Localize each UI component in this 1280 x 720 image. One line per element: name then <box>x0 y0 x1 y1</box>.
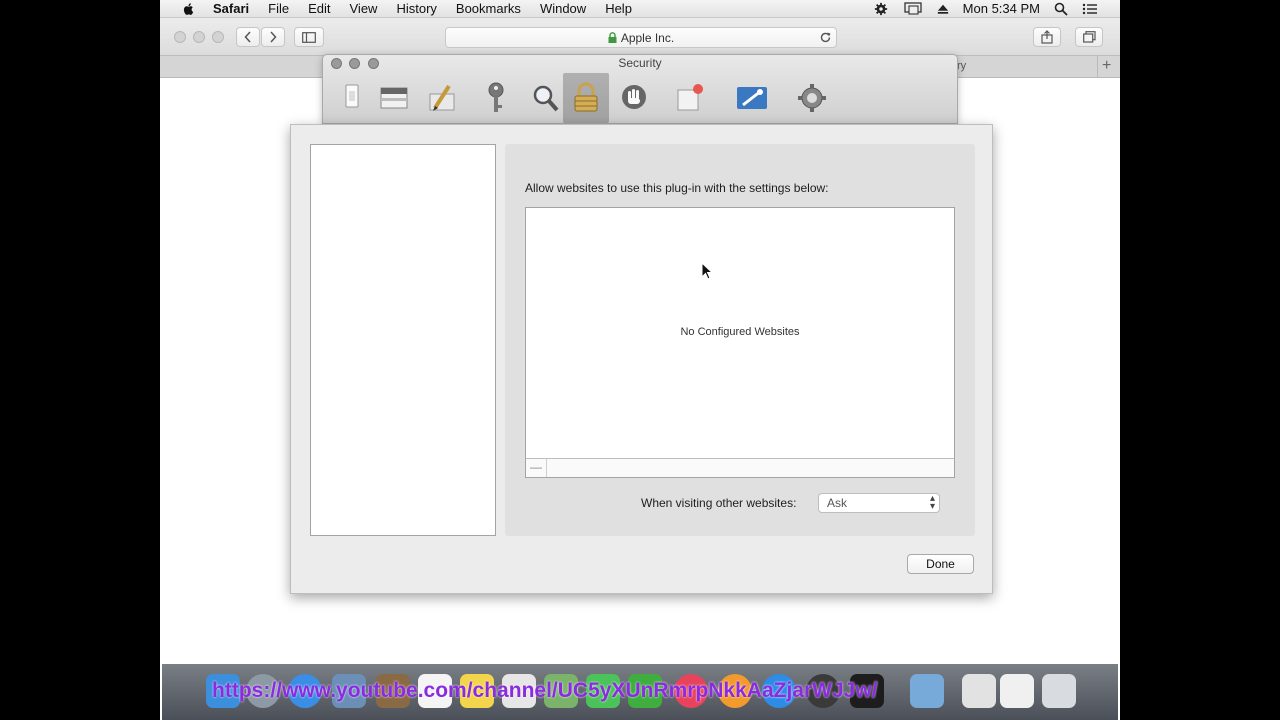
plugin-list[interactable] <box>310 144 496 536</box>
dock-trash-icon[interactable] <box>1042 674 1076 708</box>
gear-status-icon[interactable] <box>873 2 889 16</box>
tabs-overview-icon <box>1082 31 1096 43</box>
menu-view[interactable]: View <box>350 0 378 18</box>
chevron-left-icon <box>244 31 251 43</box>
share-button[interactable] <box>1033 27 1061 47</box>
address-bar[interactable]: Apple Inc. <box>445 27 837 48</box>
preferences-window-toolbar: Security <box>322 54 958 124</box>
forward-button[interactable] <box>261 27 285 47</box>
dock-screenshot-icon[interactable] <box>1000 674 1034 708</box>
notification-center-icon[interactable] <box>1082 2 1098 16</box>
apple-menu-icon[interactable] <box>182 2 196 16</box>
sidebar-toggle-button[interactable] <box>294 27 324 47</box>
new-tab-plus-icon[interactable]: + <box>1102 57 1111 75</box>
menu-app-safari[interactable]: Safari <box>213 0 249 18</box>
tabs-icon <box>380 87 408 109</box>
show-all-tabs-button[interactable] <box>1075 27 1103 47</box>
preferences-title: Security <box>618 56 662 70</box>
reload-icon[interactable] <box>819 31 832 44</box>
remove-website-button[interactable]: — <box>526 459 547 477</box>
desktop-screen: Safari File Edit View History Bookmarks … <box>160 0 1120 720</box>
notifications-icon <box>677 84 703 111</box>
menu-clock[interactable]: Mon 5:34 PM <box>963 0 1040 18</box>
privacy-hand-icon <box>622 85 646 109</box>
prefs-tab-security[interactable] <box>563 73 609 123</box>
zoom-window-button[interactable] <box>212 31 224 43</box>
airplay-icon[interactable] <box>903 2 923 16</box>
eject-icon[interactable] <box>937 2 949 16</box>
minimize-window-button[interactable] <box>193 31 205 43</box>
extensions-icon <box>737 87 767 109</box>
menu-bookmarks[interactable]: Bookmarks <box>456 0 521 18</box>
search-icon <box>533 85 559 112</box>
sidebar-icon <box>302 31 316 43</box>
menu-file[interactable]: File <box>268 0 289 18</box>
configured-websites-table[interactable]: No Configured Websites — <box>525 207 955 478</box>
menu-window[interactable]: Window <box>540 0 586 18</box>
select-value: Ask <box>827 496 848 510</box>
menu-history[interactable]: History <box>396 0 436 18</box>
updown-arrows-icon: ▴ ▾ <box>929 493 935 512</box>
chevron-right-icon <box>270 31 277 43</box>
plugin-settings-sheet: Allow websites to use this plug-in with … <box>290 124 993 594</box>
security-icon <box>574 82 598 112</box>
prefs-tab-notifications[interactable] <box>667 73 713 123</box>
safari-toolbar: Apple Inc. <box>160 18 1120 56</box>
prefs-tab-tabs[interactable] <box>371 73 417 123</box>
address-text: Apple Inc. <box>620 30 675 45</box>
empty-table-message: No Configured Websites <box>680 326 800 338</box>
advanced-gear-icon <box>798 84 826 112</box>
close-window-button[interactable] <box>174 31 186 43</box>
general-icon <box>345 84 359 108</box>
back-button[interactable] <box>236 27 260 47</box>
tab-divider <box>1097 56 1098 78</box>
prefs-tab-advanced[interactable] <box>789 73 835 123</box>
allow-websites-label: Allow websites to use this plug-in with … <box>525 181 829 195</box>
table-footer: — <box>526 458 954 477</box>
passwords-icon <box>488 82 504 112</box>
prefs-tab-autofill[interactable] <box>419 73 465 123</box>
done-button[interactable]: Done <box>907 554 974 574</box>
autofill-icon <box>429 84 455 111</box>
prefs-tab-general[interactable] <box>329 73 375 123</box>
dock-folder-icon[interactable] <box>910 674 944 708</box>
mouse-cursor-icon <box>701 262 713 280</box>
tab-label-fragment[interactable]: ry <box>957 60 966 72</box>
prefs-tab-privacy[interactable] <box>611 73 657 123</box>
plugin-settings-panel: Allow websites to use this plug-in with … <box>505 144 975 536</box>
youtube-url-overlay: https://www.youtube.com/channel/UC5yXUnR… <box>212 679 878 702</box>
lock-icon <box>608 32 617 43</box>
menu-bar: Safari File Edit View History Bookmarks … <box>160 0 1120 18</box>
visiting-other-websites-select[interactable]: Ask ▴ ▾ <box>818 493 940 513</box>
visiting-other-websites-label: When visiting other websites: <box>641 496 797 510</box>
prefs-tab-extensions[interactable] <box>729 73 775 123</box>
share-icon <box>1041 30 1053 44</box>
menu-help[interactable]: Help <box>605 0 632 18</box>
menu-edit[interactable]: Edit <box>308 0 330 18</box>
dock-document-icon[interactable] <box>962 674 996 708</box>
prefs-tab-passwords[interactable] <box>473 73 519 123</box>
spotlight-search-icon[interactable] <box>1054 2 1068 16</box>
